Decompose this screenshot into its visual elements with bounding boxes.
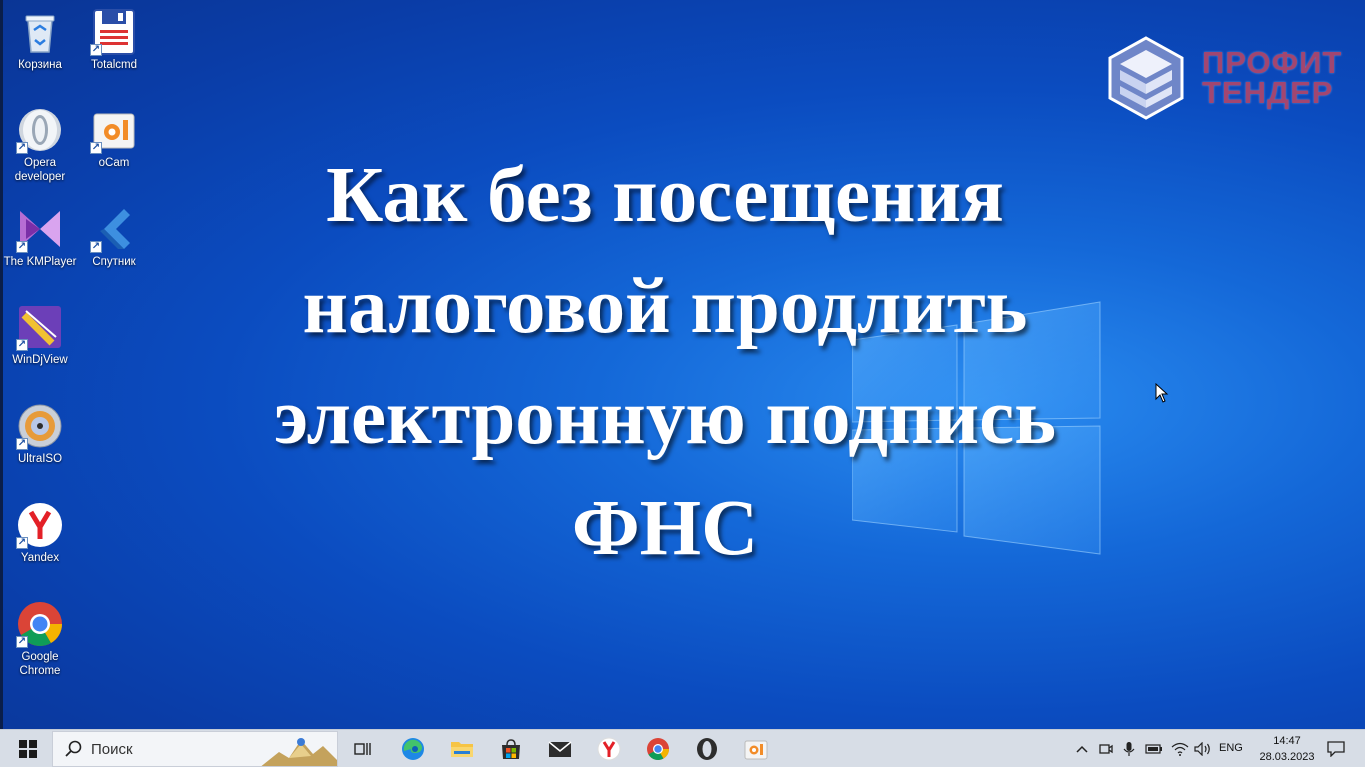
desktop-icon-label: Корзина bbox=[18, 59, 62, 71]
taskbar-search-box[interactable]: Поиск bbox=[52, 731, 338, 767]
desktop-icon-label: Totalcmd bbox=[90, 59, 138, 71]
desktop-icon-yandex[interactable]: ↗ Yandex bbox=[3, 501, 77, 565]
desktop-background: Корзина ↗ Opera developer ↗ The KMPlayer bbox=[0, 0, 1365, 729]
brand-name-line2: ТЕНДЕР bbox=[1202, 75, 1334, 110]
battery-charging-icon bbox=[1145, 744, 1162, 754]
file-explorer-icon bbox=[451, 742, 473, 757]
brand-logo: ПРОФИТ ТЕНДЕР bbox=[1106, 36, 1356, 122]
wifi-icon bbox=[1171, 742, 1189, 756]
desktop-icon-label: Google Chrome bbox=[19, 651, 61, 677]
yandex-icon bbox=[597, 737, 621, 761]
windjview-icon: ↗ bbox=[16, 303, 64, 351]
recycle-bin-icon bbox=[16, 8, 64, 56]
task-view-icon bbox=[354, 743, 371, 755]
taskbar-edge[interactable] bbox=[396, 730, 430, 767]
tray-date: 28.03.2023 bbox=[1259, 751, 1315, 763]
mouse-cursor-icon bbox=[1155, 383, 1169, 403]
desktop-icon-totalcmd[interactable]: ↗ Totalcmd bbox=[77, 8, 151, 72]
chrome-icon: ↗ bbox=[16, 600, 64, 648]
chevron-up-icon bbox=[1076, 745, 1088, 753]
taskbar-yandex[interactable] bbox=[592, 730, 626, 767]
opera-icon: ↗ bbox=[16, 106, 64, 154]
mail-icon bbox=[548, 741, 572, 757]
tray-show-hidden-icons[interactable] bbox=[1072, 730, 1092, 767]
tray-network[interactable] bbox=[1169, 730, 1191, 767]
tray-clock[interactable]: 14:47 28.03.2023 bbox=[1252, 733, 1322, 765]
video-title-overlay: Как без посещения налоговой продлить эле… bbox=[120, 140, 1210, 584]
search-icon bbox=[65, 740, 82, 757]
search-highlight-illustration bbox=[261, 738, 337, 766]
desktop-icon-label: The KMPlayer bbox=[3, 256, 77, 268]
desktop-icon-opera-developer[interactable]: ↗ Opera developer bbox=[3, 106, 77, 184]
task-view-button[interactable] bbox=[346, 730, 380, 767]
yandex-icon: ↗ bbox=[16, 501, 64, 549]
taskbar-store[interactable] bbox=[494, 730, 528, 767]
search-placeholder: Поиск bbox=[91, 740, 133, 758]
desktop-icon-google-chrome[interactable]: ↗ Google Chrome bbox=[3, 600, 77, 678]
store-icon bbox=[502, 739, 520, 759]
desktop-icon-kmplayer[interactable]: ↗ The KMPlayer bbox=[3, 205, 77, 269]
desktop-icon-label: Opera developer bbox=[14, 157, 66, 183]
camera-icon bbox=[1099, 744, 1113, 754]
volume-icon bbox=[1194, 742, 1210, 756]
opera-icon bbox=[697, 738, 717, 760]
kmplayer-icon: ↗ bbox=[16, 205, 64, 253]
tray-meet-now[interactable] bbox=[1096, 730, 1116, 767]
start-button[interactable] bbox=[8, 730, 48, 767]
taskbar-opera[interactable] bbox=[690, 730, 724, 767]
desktop-icon-label: WinDjView bbox=[12, 354, 68, 366]
brand-name-line1: ПРОФИТ bbox=[1202, 45, 1343, 80]
chrome-icon bbox=[647, 738, 669, 760]
desktop-icon-label: UltraISO bbox=[17, 453, 63, 465]
edge-icon bbox=[402, 738, 424, 760]
desktop-icon-ultraiso[interactable]: ↗ UltraISO bbox=[3, 402, 77, 466]
cube-logo-icon bbox=[1108, 36, 1184, 120]
microphone-icon bbox=[1123, 742, 1135, 756]
title-line: электронную подпись bbox=[273, 374, 1057, 461]
windows-start-icon bbox=[19, 740, 37, 758]
total-commander-icon: ↗ bbox=[90, 8, 138, 56]
ultraiso-icon: ↗ bbox=[16, 402, 64, 450]
screen-edge bbox=[0, 0, 3, 767]
ocam-icon bbox=[744, 740, 768, 760]
taskbar-mail[interactable] bbox=[543, 730, 577, 767]
notification-icon bbox=[1327, 741, 1345, 757]
title-line: Как без посещения bbox=[326, 152, 1004, 239]
desktop-icon-recycle-bin[interactable]: Корзина bbox=[3, 8, 77, 72]
taskbar: Поиск ENG 14:47 28.03.2023 bbox=[0, 729, 1365, 767]
taskbar-chrome[interactable] bbox=[641, 730, 675, 767]
taskbar-ocam[interactable] bbox=[739, 730, 773, 767]
tray-volume[interactable] bbox=[1192, 730, 1214, 767]
tray-time: 14:47 bbox=[1273, 735, 1301, 747]
title-line: налоговой продлить bbox=[302, 263, 1028, 350]
tray-language[interactable]: ENG bbox=[1219, 742, 1243, 754]
tray-notifications[interactable] bbox=[1322, 730, 1350, 767]
tray-microphone[interactable] bbox=[1120, 730, 1138, 767]
taskbar-file-explorer[interactable] bbox=[445, 730, 479, 767]
desktop-icon-windjview[interactable]: ↗ WinDjView bbox=[3, 303, 77, 367]
title-line: ФНС bbox=[571, 485, 759, 572]
desktop-icon-label: Yandex bbox=[20, 552, 60, 564]
tray-battery[interactable] bbox=[1143, 730, 1165, 767]
